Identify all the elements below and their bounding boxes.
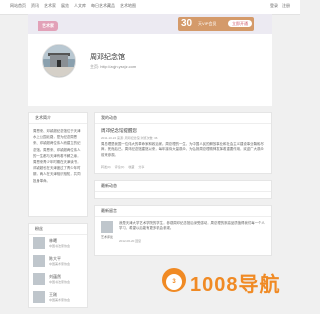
nav-link-artists[interactable]: 艺术家 <box>44 3 56 9</box>
fan-avatar[interactable] <box>33 255 45 267</box>
message-text: 我是天津大学艺术学院的学生，参观周邓纪念馆后深受感动，周总理的崇高品质值得我们每… <box>119 221 265 230</box>
ad-open-button[interactable]: 立即开通 <box>228 20 252 27</box>
message-time[interactable]: 2012-06-20 回复 <box>119 239 141 243</box>
nav-link-home[interactable]: 网站首页 <box>10 3 26 9</box>
list-item[interactable]: 林曦 中国书法家协会 <box>29 235 87 253</box>
top-nav: 网站首页 资讯 艺术家 展览 人文库 每日艺术藏品 艺术地图 登录 注册 <box>0 0 300 15</box>
avatar-ground <box>43 67 75 77</box>
fan-avatar[interactable] <box>33 273 45 285</box>
fan-desc: 中国书法家协会 <box>49 244 71 248</box>
fan-desc: 中国书法家协会 <box>49 280 71 284</box>
message-item: 艺术评论 我是天津大学艺术学院的学生，参观周邓纪念馆后深受感动，周总理的崇高品质… <box>95 217 271 255</box>
post: 周邓纪念馆提醒您 2011-10-22 来源: 周邓纪念馆 浏览次数: 36 周… <box>95 124 271 173</box>
left-column: 艺术简介 周恩来、邓颖超纪念馆位于天津水上公园北路，是为纪念周恩来、邓颖超两位伟… <box>28 112 88 314</box>
fans-heading: 粉丝 <box>29 224 87 235</box>
fan-avatar[interactable] <box>33 291 45 303</box>
login-link[interactable]: 登录 <box>270 3 278 9</box>
intro-heading: 艺术简介 <box>29 113 87 124</box>
nav-link-map[interactable]: 艺术地图 <box>120 3 136 9</box>
fan-avatar[interactable] <box>33 237 45 249</box>
profile-url[interactable]: 主页: http://zqjn.ysxjz.com <box>90 64 136 70</box>
list-item[interactable]: 陈大平 中国美术家协会 <box>29 253 87 271</box>
main-column: 我的动态 周邓纪念馆提醒您 2011-10-22 来源: 周邓纪念馆 浏览次数:… <box>94 112 272 262</box>
nav-link-library[interactable]: 人文库 <box>74 3 86 9</box>
list-item[interactable]: 刘蕴然 中国书法家协会 <box>29 271 87 289</box>
message-avatar[interactable] <box>101 221 113 233</box>
post-meta: 2011-10-22 来源: 周邓纪念馆 浏览次数: 36 <box>101 136 158 140</box>
banner-logo[interactable]: 艺术家 <box>38 21 58 31</box>
fans-card: 粉丝 林曦 中国书法家协会 陈大平 中国美术家协会 刘蕴然 中国书法家协会 王刚… <box>28 223 88 308</box>
news-heading: 我的动态 <box>95 113 271 124</box>
ad-text: 天VIP会员 <box>198 21 217 26</box>
favorite-button[interactable]: 收藏 <box>128 165 134 169</box>
auth-links: 登录 注册 <box>270 3 290 9</box>
message-author[interactable]: 艺术评论 <box>101 235 113 239</box>
forward-button[interactable]: 转发(0) <box>101 165 111 169</box>
nav-links: 网站首页 资讯 艺术家 展览 人文库 每日艺术藏品 艺术地图 <box>10 3 136 9</box>
avatar-door <box>57 60 61 67</box>
post-body: 周总理是我国一位伟大的革命家和政治家。周总理的一生，为中国人民的解放事业和社会主… <box>101 142 264 157</box>
list-item[interactable]: 王刚 中国美术家协会 <box>29 289 87 307</box>
ad-number: 30 <box>181 18 193 29</box>
intro-text: 周恩来、邓颖超纪念馆位于天津水上公园北路，是为纪念周恩来、邓颖超两位伟人而建立的… <box>33 129 81 183</box>
post-actions: 转发(0) 评论(0) 收藏 分享 <box>101 165 265 169</box>
messages-heading: 最新留言 <box>95 206 271 217</box>
banner: 艺术家 30 天VIP会员 立即开通 <box>28 14 272 34</box>
nav-link-exhibitions[interactable]: 展览 <box>61 3 69 9</box>
comment-button[interactable]: 评论(0) <box>115 165 125 169</box>
avatar[interactable] <box>42 44 76 78</box>
messages-card: 最新留言 艺术评论 我是天津大学艺术学院的学生，参观周邓纪念馆后深受感动，周总理… <box>94 205 272 256</box>
recent-heading: 最新动态 <box>95 181 271 192</box>
nav-link-daily[interactable]: 每日艺术藏品 <box>91 3 115 9</box>
recent-card: 最新动态 <box>94 180 272 199</box>
watermark-number: 3 <box>166 274 182 290</box>
nav-link-news[interactable]: 资讯 <box>31 3 39 9</box>
share-button[interactable]: 分享 <box>138 165 144 169</box>
register-link[interactable]: 注册 <box>282 3 290 9</box>
profile-name: 周邓纪念馆 <box>90 54 125 61</box>
vip-ad[interactable]: 30 天VIP会员 立即开通 <box>178 17 254 31</box>
fan-desc: 中国美术家协会 <box>49 298 71 302</box>
post-title[interactable]: 周邓纪念馆提醒您 <box>101 128 265 134</box>
recent-body <box>95 192 271 198</box>
profile-header: 周邓纪念馆 主页: http://zqjn.ysxjz.com <box>28 34 272 106</box>
watermark-ring-icon: 3 <box>162 268 186 292</box>
watermark-logo: 3 1008导航 <box>162 266 292 296</box>
watermark-text: 1008导航 <box>190 274 281 296</box>
intro-card: 艺术简介 周恩来、邓颖超纪念馆位于天津水上公园北路，是为纪念周恩来、邓颖超两位伟… <box>28 112 88 217</box>
fan-desc: 中国美术家协会 <box>49 262 71 266</box>
news-card: 我的动态 周邓纪念馆提醒您 2011-10-22 来源: 周邓纪念馆 浏览次数:… <box>94 112 272 174</box>
